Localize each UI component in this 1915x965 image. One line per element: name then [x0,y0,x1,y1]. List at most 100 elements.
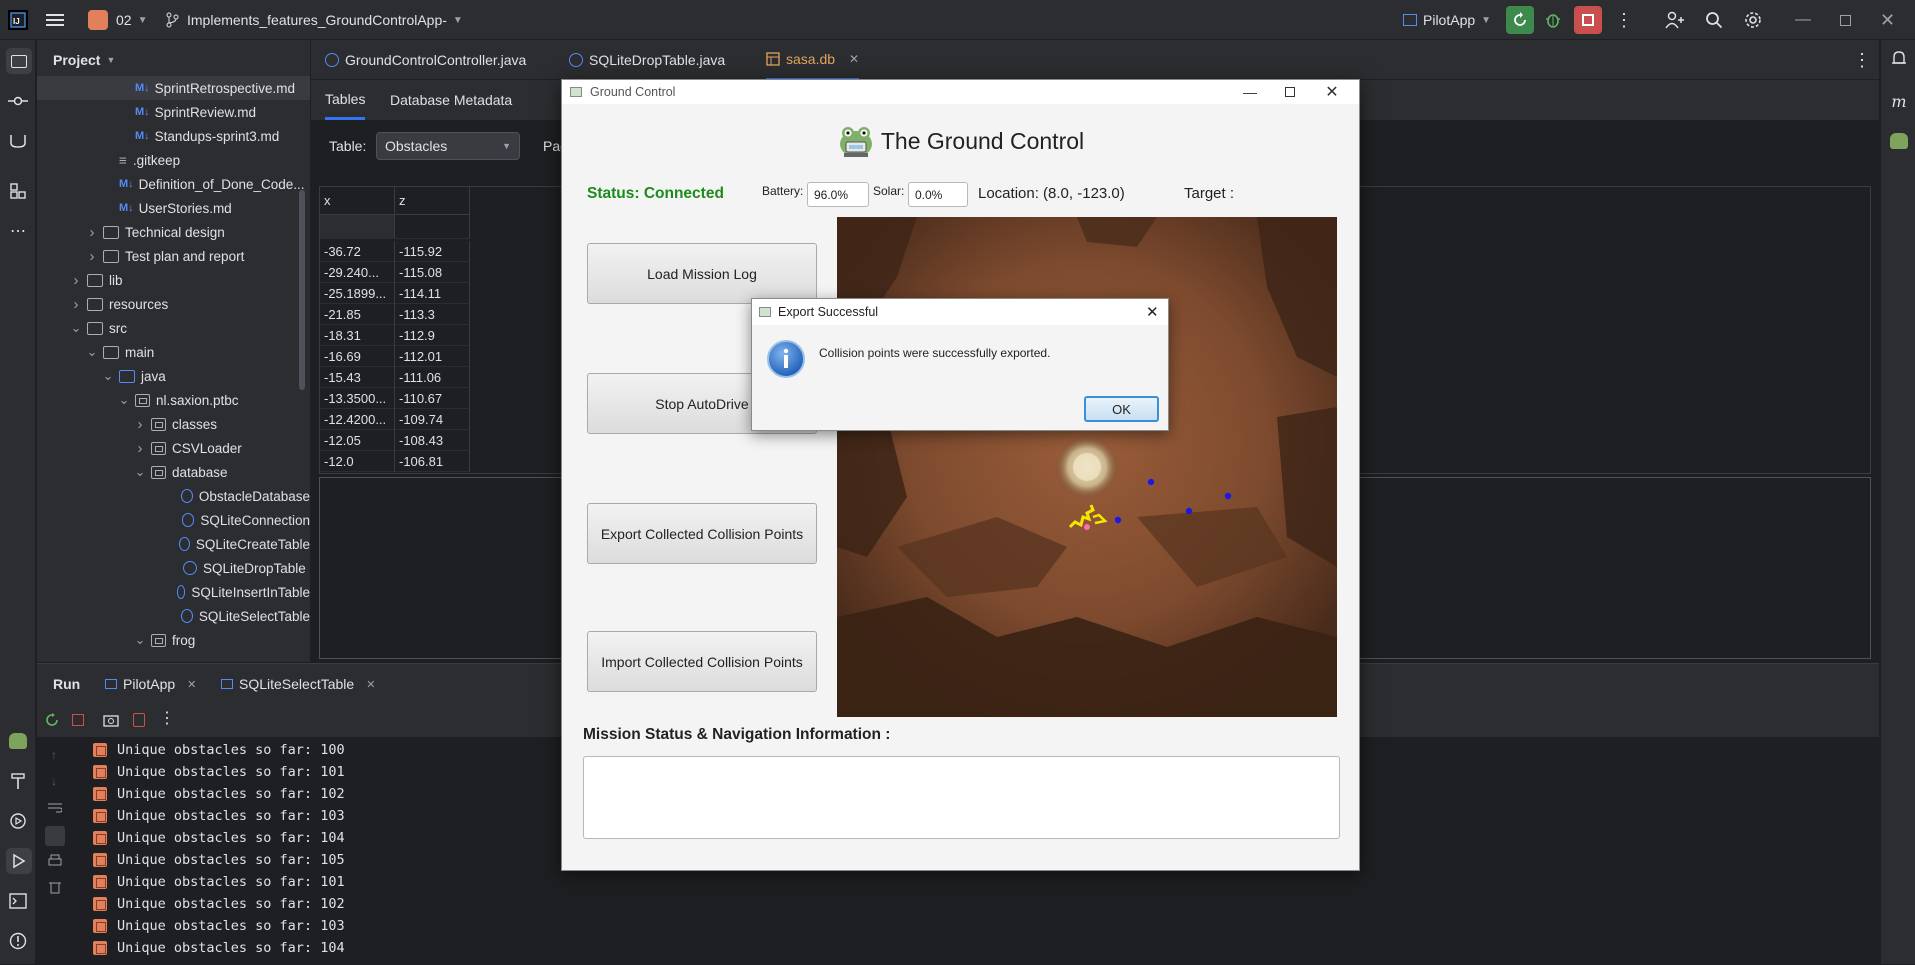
table-cell[interactable]: -16.69 [320,346,395,367]
tree-item[interactable]: SQLiteInsertInTable [37,580,310,604]
more-tabs-icon[interactable]: ⋮ [1853,40,1871,80]
more-actions-icon[interactable]: ⋮ [159,708,175,728]
project-scrollbar[interactable] [299,190,305,390]
table-cell[interactable]: -13.3500... [320,388,395,409]
tree-item[interactable]: › Technical design [37,220,310,244]
tree-item[interactable]: › CSVLoader [37,436,310,460]
terrain-map[interactable] [837,217,1337,717]
ai-assistant-icon[interactable]: m [1888,90,1910,112]
exit-icon[interactable] [133,713,145,727]
table-cell[interactable]: -106.81 [395,451,470,472]
notifications-icon[interactable] [1888,48,1910,70]
tree-item[interactable]: ⌄ nl.saxion.ptbc [37,388,310,412]
mission-status-textarea[interactable] [583,756,1340,839]
tree-item[interactable]: M↓ UserStories.md [37,196,310,220]
chevron-right-icon[interactable]: › [69,272,83,289]
rerun-icon[interactable] [45,713,59,727]
services-icon[interactable] [7,810,29,832]
settings-button[interactable] [1744,0,1762,40]
run-tool-icon[interactable] [6,848,32,874]
chevron-right-icon[interactable]: › [69,296,83,313]
search-button[interactable] [1705,0,1723,40]
project-tool-icon[interactable] [6,48,32,74]
project-switcher[interactable]: 02 ▼ [88,0,147,40]
tree-item[interactable]: M↓ Definition_of_Done_Code... [37,172,310,196]
chevron-right-icon[interactable]: › [85,224,99,241]
close-tab-icon[interactable]: ✕ [366,678,375,691]
filter-cell[interactable] [320,215,395,239]
minimize-window-icon[interactable]: — [1230,80,1270,104]
tree-item[interactable]: ObstacleDatabase [37,484,310,508]
tree-item[interactable]: › classes [37,412,310,436]
tree-item[interactable]: ⌄ java [37,364,310,388]
add-user-button[interactable] [1665,0,1685,40]
run-config-selector[interactable]: PilotApp ▼ [1403,0,1491,40]
more-tools-icon[interactable]: ⋯ [7,220,29,242]
camera-icon[interactable] [103,713,119,727]
minimize-window-icon[interactable]: — [1795,0,1811,40]
table-cell[interactable]: -109.74 [395,409,470,430]
table-cell[interactable]: -112.9 [395,325,470,346]
tab-groundcontrolcontroller[interactable]: GroundControlController.java [325,40,526,80]
ok-button[interactable]: OK [1084,396,1159,422]
chevron-down-icon[interactable]: ⌄ [85,344,99,360]
table-cell[interactable]: -29.240... [320,262,395,283]
table-cell[interactable]: -15.43 [320,367,395,388]
tree-item[interactable]: › lib [37,268,310,292]
ide-logo[interactable]: IJ [8,0,28,40]
tree-item[interactable]: › resources [37,292,310,316]
filter-cell[interactable] [395,215,470,239]
table-cell[interactable]: -25.1899... [320,283,395,304]
table-cell[interactable]: -115.08 [395,262,470,283]
table-cell[interactable]: -21.85 [320,304,395,325]
tree-item[interactable]: SQLiteSelectTable [37,604,310,628]
tab-sqliteselecttable[interactable]: SQLiteSelectTable ✕ [221,664,375,704]
column-header[interactable]: x [320,187,395,215]
tree-item[interactable]: ⌄ database [37,460,310,484]
project-panel-header[interactable]: Project ▼ [53,40,115,80]
close-window-icon[interactable]: ✕ [1880,0,1895,40]
tree-item[interactable]: SQLiteConnection [37,508,310,532]
tree-item[interactable]: ⌄ frog [37,628,310,652]
chevron-down-icon[interactable]: ⌄ [69,320,83,336]
tree-item[interactable]: › Test plan and report [37,244,310,268]
table-cell[interactable]: -111.06 [395,367,470,388]
battery-field[interactable]: 96.0% [807,182,869,207]
load-mission-log-button[interactable]: Load Mission Log [587,243,817,304]
chevron-down-icon[interactable]: ⌄ [133,632,147,648]
frog-plugin-icon[interactable] [1888,130,1910,152]
tree-item[interactable]: ⌄ main [37,340,310,364]
rerun-button[interactable] [1506,0,1534,40]
maximize-window-icon[interactable] [1270,80,1310,104]
table-cell[interactable]: -114.11 [395,283,470,304]
tab-sqlitedroptable[interactable]: SQLiteDropTable.java [569,40,725,80]
export-collision-points-button[interactable]: Export Collected Collision Points [587,503,817,564]
commit-tool-icon[interactable] [7,90,29,112]
close-tab-icon[interactable]: ✕ [849,52,859,66]
chevron-right-icon[interactable]: › [85,248,99,265]
tree-item[interactable]: SQLiteDropTable [37,556,310,580]
table-cell[interactable]: -12.05 [320,430,395,451]
import-collision-points-button[interactable]: Import Collected Collision Points [587,631,817,692]
tab-sasa-db[interactable]: sasa.db ✕ [766,40,860,80]
table-cell[interactable]: -108.43 [395,430,470,451]
build-hammer-icon[interactable] [7,770,29,792]
solar-field[interactable]: 0.0% [908,182,968,207]
tree-item[interactable]: M↓ SprintRetrospective.md [37,76,310,100]
tab-pilotapp[interactable]: PilotApp ✕ [105,664,196,704]
tree-item[interactable]: M↓ SprintReview.md [37,100,310,124]
debug-button[interactable] [1544,0,1562,40]
tree-item[interactable]: ≡ .gitkeep [37,148,310,172]
problems-icon[interactable] [7,930,29,952]
close-dialog-icon[interactable]: ✕ [1146,303,1159,321]
more-actions-icon[interactable]: ⋮ [1615,0,1633,40]
stop-icon[interactable] [72,714,84,726]
tab-tables[interactable]: Tables [325,80,366,120]
restore-window-icon[interactable] [1840,0,1851,40]
branch-switcher[interactable]: Implements_features_GroundControlApp- ▼ [165,0,463,40]
frog-avatar-icon[interactable] [7,730,29,752]
chevron-down-icon[interactable]: ⌄ [101,368,115,384]
tree-item[interactable]: ⌄ src [37,316,310,340]
tree-item[interactable]: SQLiteCreateTable [37,532,310,556]
table-select[interactable]: Obstacles ▼ [376,132,520,160]
